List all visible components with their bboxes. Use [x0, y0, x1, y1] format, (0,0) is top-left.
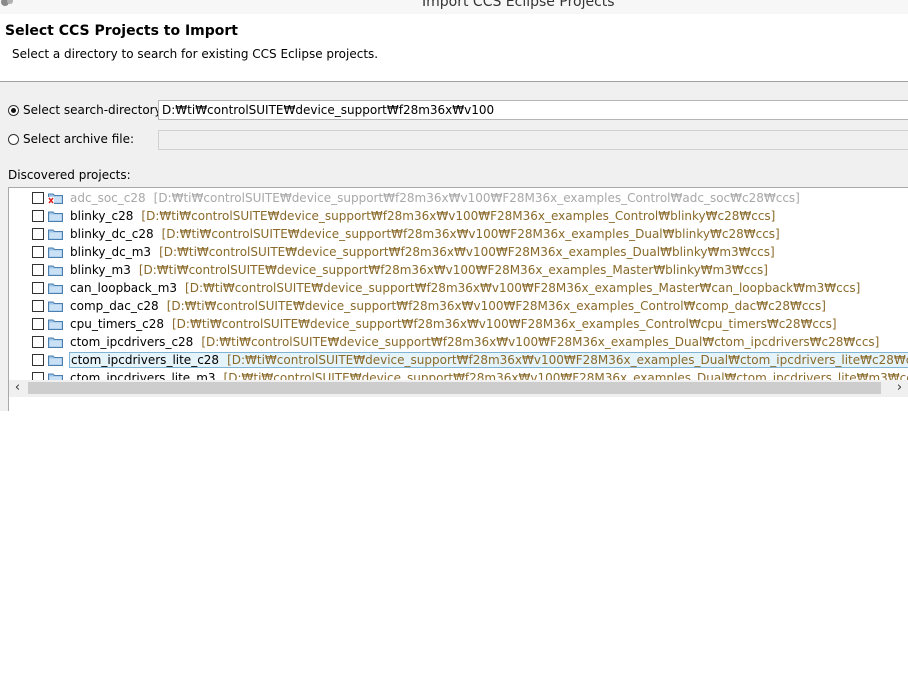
window-titlebar: Import CCS Eclipse Projects: [0, 0, 908, 14]
project-checkbox[interactable]: [32, 354, 44, 366]
project-row[interactable]: comp_dac_c28 [D:₩ti₩controlSUITE₩device_s…: [32, 297, 827, 315]
project-name: blinky_m3: [70, 263, 131, 277]
radio-indicator[interactable]: [8, 133, 19, 145]
wizard-header: Select CCS Projects to Import Select a d…: [0, 14, 908, 82]
archive-file-label: Select archive file:: [23, 132, 135, 146]
archive-file-radio[interactable]: Select archive file:: [8, 131, 134, 147]
folder-icon: [48, 264, 63, 276]
scroll-right-arrow-icon[interactable]: ›: [891, 380, 908, 397]
empty-area: [0, 411, 908, 684]
project-row[interactable]: blinky_dc_c28 [D:₩ti₩controlSUITE₩device_…: [32, 225, 781, 243]
project-path: [D:₩ti₩controlSUITE₩device_support₩f28m3…: [227, 353, 908, 367]
project-label[interactable]: can_loopback_m3 [D:₩ti₩controlSUITE₩devic…: [69, 280, 861, 296]
project-row[interactable]: cpu_timers_c28 [D:₩ti₩controlSUITE₩device…: [32, 315, 838, 333]
folder-icon: [48, 318, 63, 330]
project-path: [D:₩ti₩controlSUITE₩device_support₩f28m3…: [159, 245, 775, 259]
project-path: [D:₩ti₩controlSUITE₩device_support₩f28m3…: [141, 209, 776, 223]
folder-icon: [48, 336, 63, 348]
project-name: comp_dac_c28: [70, 299, 159, 313]
project-row[interactable]: blinky_dc_m3 [D:₩ti₩controlSUITE₩device_s…: [32, 243, 776, 261]
search-directory-radio[interactable]: Select search-directory:: [8, 102, 165, 118]
page-description: Select a directory to search for existin…: [12, 47, 379, 61]
project-checkbox[interactable]: [32, 300, 44, 312]
folder-error-icon: [48, 192, 63, 204]
project-name: ctom_ipcdrivers_lite_c28: [71, 353, 220, 367]
project-path: [D:₩ti₩controlSUITE₩device_support₩f28m3…: [166, 299, 826, 313]
project-row[interactable]: ctom_ipcdrivers_c28 [D:₩ti₩controlSUITE₩d…: [32, 333, 880, 351]
project-name: cpu_timers_c28: [70, 317, 164, 331]
project-name: can_loopback_m3: [70, 281, 178, 295]
project-label[interactable]: adc_soc_c28 [D:₩ti₩controlSUITE₩device_su…: [69, 190, 801, 206]
project-path: [D:₩ti₩controlSUITE₩device_support₩f28m3…: [185, 281, 861, 295]
project-checkbox[interactable]: [32, 228, 44, 240]
project-checkbox[interactable]: [32, 264, 44, 276]
radio-indicator[interactable]: [8, 104, 19, 116]
project-row[interactable]: adc_soc_c28 [D:₩ti₩controlSUITE₩device_su…: [32, 189, 801, 207]
folder-icon: [48, 354, 63, 366]
window-title: Import CCS Eclipse Projects: [422, 0, 615, 10]
project-path: [D:₩ti₩controlSUITE₩device_support₩f28m3…: [153, 191, 800, 205]
project-label[interactable]: blinky_dc_c28 [D:₩ti₩controlSUITE₩device_…: [69, 226, 781, 242]
folder-icon: [48, 246, 63, 258]
project-name: adc_soc_c28: [70, 191, 146, 205]
wizard-body: Select search-directory: D:₩ti₩controlSU…: [0, 82, 908, 493]
page-title: Select CCS Projects to Import: [5, 23, 238, 39]
search-directory-input[interactable]: D:₩ti₩controlSUITE₩device_support₩f28m36…: [158, 100, 908, 120]
folder-icon: [48, 228, 63, 240]
project-checkbox[interactable]: [32, 192, 44, 204]
project-row[interactable]: blinky_m3 [D:₩ti₩controlSUITE₩device_supp…: [32, 261, 769, 279]
project-checkbox[interactable]: [32, 318, 44, 330]
project-label[interactable]: ctom_ipcdrivers_lite_c28 [D:₩ti₩controlSU…: [69, 352, 908, 368]
project-path: [D:₩ti₩controlSUITE₩device_support₩f28m3…: [138, 263, 768, 277]
discovered-projects-label: Discovered projects:: [8, 168, 131, 182]
project-path: [D:₩ti₩controlSUITE₩device_support₩f28m3…: [201, 335, 880, 349]
app-icon: [1, 0, 13, 6]
horizontal-scrollbar[interactable]: ‹ ›: [9, 380, 908, 397]
project-label[interactable]: blinky_m3 [D:₩ti₩controlSUITE₩device_supp…: [69, 262, 769, 278]
scrollbar-thumb[interactable]: [28, 382, 881, 394]
project-checkbox[interactable]: [32, 246, 44, 258]
project-label[interactable]: ctom_ipcdrivers_c28 [D:₩ti₩controlSUITE₩d…: [69, 334, 880, 350]
project-label[interactable]: cpu_timers_c28 [D:₩ti₩controlSUITE₩device…: [69, 316, 838, 332]
folder-icon: [48, 300, 63, 312]
folder-icon: [48, 210, 63, 222]
project-label[interactable]: blinky_dc_m3 [D:₩ti₩controlSUITE₩device_s…: [69, 244, 776, 260]
project-name: blinky_c28: [70, 209, 134, 223]
project-checkbox[interactable]: [32, 210, 44, 222]
archive-file-input[interactable]: [158, 130, 908, 150]
project-label[interactable]: blinky_c28 [D:₩ti₩controlSUITE₩device_sup…: [69, 208, 776, 224]
project-checkbox[interactable]: [32, 282, 44, 294]
project-checkbox[interactable]: [32, 336, 44, 348]
search-directory-label: Select search-directory:: [23, 103, 165, 117]
project-path: [D:₩ti₩controlSUITE₩device_support₩f28m3…: [171, 317, 837, 331]
project-path: [D:₩ti₩controlSUITE₩device_support₩f28m3…: [161, 227, 780, 241]
project-row[interactable]: blinky_c28 [D:₩ti₩controlSUITE₩device_sup…: [32, 207, 776, 225]
scroll-left-arrow-icon[interactable]: ‹: [9, 380, 26, 397]
project-name: blinky_dc_m3: [70, 245, 152, 259]
project-name: blinky_dc_c28: [70, 227, 154, 241]
project-row[interactable]: ctom_ipcdrivers_lite_c28 [D:₩ti₩controlSU…: [32, 351, 908, 369]
project-name: ctom_ipcdrivers_c28: [70, 335, 194, 349]
folder-icon: [48, 282, 63, 294]
project-label[interactable]: comp_dac_c28 [D:₩ti₩controlSUITE₩device_s…: [69, 298, 827, 314]
project-row[interactable]: can_loopback_m3 [D:₩ti₩controlSUITE₩devic…: [32, 279, 861, 297]
